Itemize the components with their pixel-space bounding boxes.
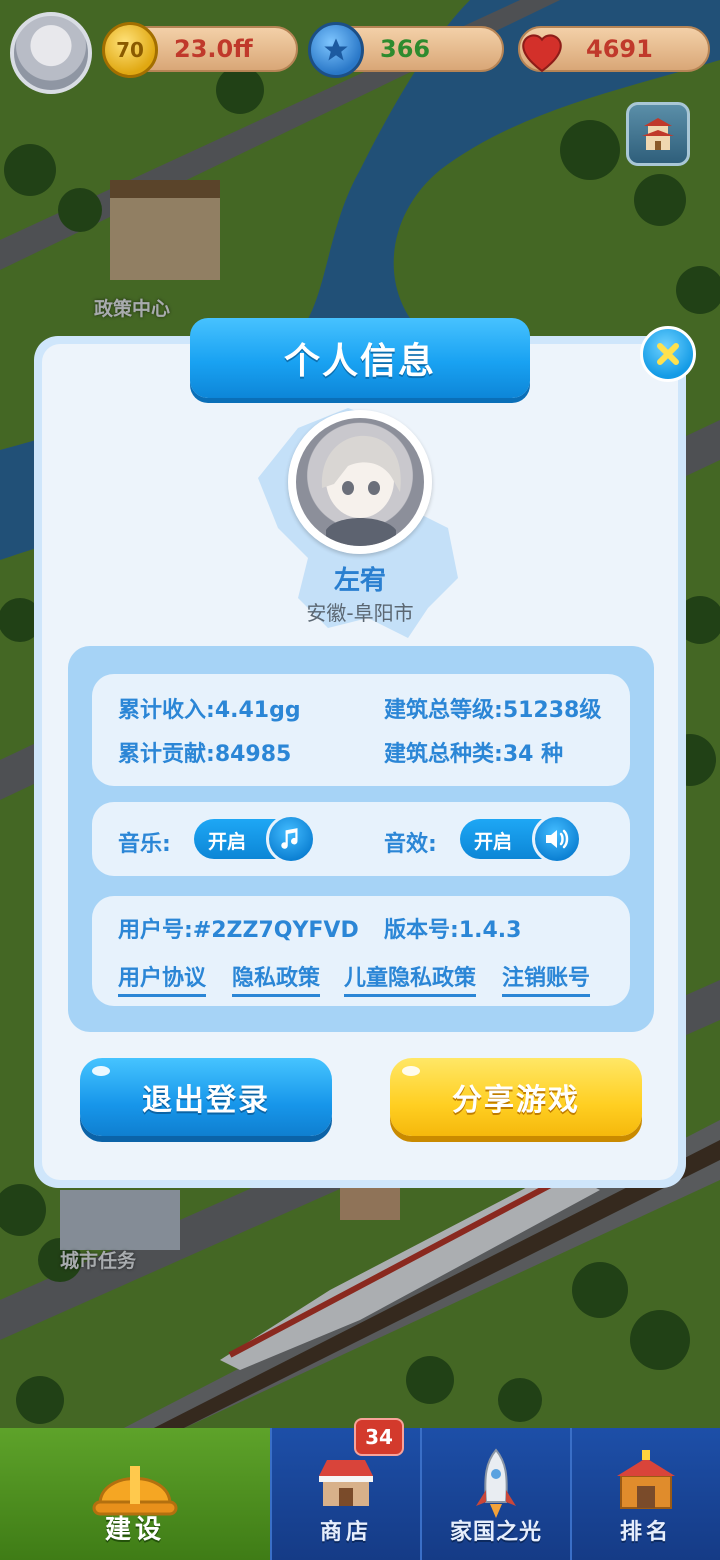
building-types-label: 建筑总种类: xyxy=(384,742,503,767)
music-note-icon xyxy=(266,814,316,864)
nav-build[interactable]: 建设 xyxy=(0,1428,270,1560)
nav-ranking-label: 排名 xyxy=(619,1520,672,1545)
logout-button-label: 退出登录 xyxy=(142,1083,270,1118)
coin-icon-label: 70 xyxy=(116,38,144,62)
dialog-title: 个人信息 xyxy=(190,318,530,398)
music-label: 音乐: xyxy=(118,832,171,857)
user-id-label: 用户号: xyxy=(118,918,193,943)
logout-button[interactable]: 退出登录 xyxy=(80,1058,332,1136)
shop-icon xyxy=(319,1460,373,1506)
sfx-toggle[interactable]: 开启 xyxy=(460,814,582,864)
version-info: 版本号:1.4.3 xyxy=(384,912,521,944)
nav-build-label: 建设 xyxy=(104,1515,165,1545)
building-types-value: 34 种 xyxy=(502,742,564,767)
contribution-stat: 累计贡献:84985 xyxy=(118,736,291,768)
profile-avatar xyxy=(288,410,432,554)
version-label: 版本号: xyxy=(384,918,459,943)
income-stat: 累计收入:4.41gg xyxy=(118,692,301,724)
coin-icon: 70 xyxy=(102,22,158,78)
coins-value: 23.0ff xyxy=(174,35,253,63)
rocket-icon xyxy=(476,1448,516,1518)
share-game-button[interactable]: 分享游戏 xyxy=(390,1058,642,1136)
stars-value: 366 xyxy=(380,35,431,63)
building-shortcut-button[interactable] xyxy=(626,102,690,166)
building-level-stat: 建筑总等级:51238级 xyxy=(384,692,601,724)
close-icon xyxy=(657,343,679,365)
stars-counter[interactable]: 366 xyxy=(308,22,504,78)
building-level-label: 建筑总等级: xyxy=(384,698,503,723)
privacy-policy-link[interactable]: 隐私政策 xyxy=(232,960,321,997)
contribution-label: 累计贡献: xyxy=(118,742,215,767)
user-id-value: #2ZZ7QYFVD xyxy=(192,918,359,943)
user-agreement-link[interactable]: 用户协议 xyxy=(118,960,207,997)
nav-shop-label: 商店 xyxy=(319,1520,372,1545)
player-name: 左宥 xyxy=(333,566,386,596)
close-button[interactable] xyxy=(640,326,696,382)
hearts-counter[interactable]: 4691 xyxy=(518,26,710,73)
sfx-label: 音效: xyxy=(384,832,437,857)
user-id: 用户号:#2ZZ7QYFVD xyxy=(118,912,359,944)
music-toggle-state: 开启 xyxy=(208,831,247,853)
music-toggle[interactable]: 开启 xyxy=(194,814,316,864)
building-level-value: 51238级 xyxy=(502,698,602,723)
star-icon xyxy=(308,22,364,78)
speaker-icon xyxy=(532,814,582,864)
income-label: 累计收入: xyxy=(118,698,215,723)
building-types-stat: 建筑总种类:34 种 xyxy=(384,736,563,768)
heart-icon xyxy=(514,22,570,78)
shop-notification-badge: 34 xyxy=(354,1418,404,1456)
stats-card xyxy=(92,674,630,786)
nav-national-glory[interactable]: 家国之光 xyxy=(420,1428,570,1560)
share-game-button-label: 分享游戏 xyxy=(452,1083,580,1118)
sfx-toggle-state: 开启 xyxy=(474,831,513,853)
player-avatar-button[interactable] xyxy=(10,12,92,94)
version-value: 1.4.3 xyxy=(458,918,522,943)
delete-account-link[interactable]: 注销账号 xyxy=(502,960,591,997)
income-value: 4.41gg xyxy=(214,698,301,723)
pagoda-icon xyxy=(642,118,674,150)
nav-ranking[interactable]: 排名 xyxy=(570,1428,720,1560)
nav-national-glory-label: 家国之光 xyxy=(449,1520,542,1545)
child-privacy-policy-link[interactable]: 儿童隐私政策 xyxy=(344,960,477,997)
ranking-icon xyxy=(617,1450,675,1509)
coins-counter[interactable]: 70 23.0ff xyxy=(102,22,298,78)
player-location: 安徽-阜阳市 xyxy=(306,601,414,625)
contribution-value: 84985 xyxy=(214,742,292,767)
hearts-value: 4691 xyxy=(586,35,653,63)
